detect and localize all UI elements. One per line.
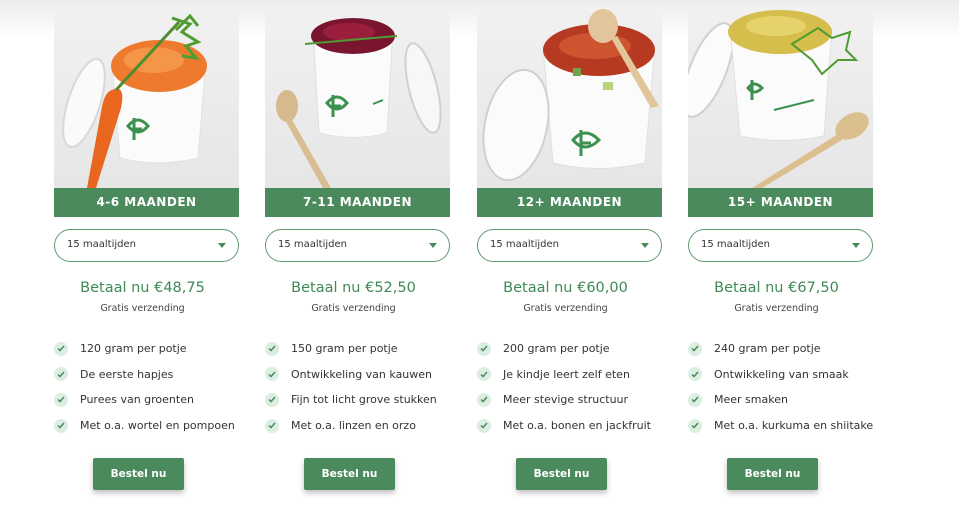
list-item: 120 gram per potje — [54, 336, 239, 362]
list-item: Ontwikkeling van smaak — [688, 362, 873, 388]
list-item: Met o.a. wortel en pompoen — [54, 413, 239, 439]
portion-select-value: 15 maaltijden — [490, 239, 559, 250]
feature-list: 240 gram per potje Ontwikkeling van smaa… — [688, 336, 873, 438]
list-item: Met o.a. bonen en jackfruit — [477, 413, 662, 439]
check-icon — [688, 418, 702, 433]
shipping-note: Gratis verzending — [523, 303, 608, 314]
product-photo-bean-stew[interactable] — [477, 8, 662, 188]
chevron-down-icon — [852, 243, 860, 248]
price: Betaal nu €52,50 — [291, 280, 416, 296]
check-icon — [477, 392, 491, 407]
product-card-12-plus: 12+ MAANDEN 15 maaltijden Betaal nu €60,… — [477, 8, 662, 491]
list-item: De eerste hapjes — [54, 362, 239, 388]
feature-text: Purees van groenten — [80, 393, 194, 407]
chevron-down-icon — [641, 243, 649, 248]
list-item: Fijn tot licht grove stukken — [265, 387, 450, 413]
feature-text: 150 gram per potje — [291, 342, 398, 356]
portion-select[interactable]: 15 maaltijden — [477, 229, 662, 262]
check-icon — [477, 418, 491, 433]
list-item: Meer stevige structuur — [477, 387, 662, 413]
check-icon — [688, 392, 702, 407]
list-item: 150 gram per potje — [265, 336, 450, 362]
check-icon — [688, 367, 702, 382]
check-icon — [54, 392, 68, 407]
product-photo-carrot-puree[interactable] — [54, 8, 239, 188]
check-icon — [265, 418, 279, 433]
feature-text: Meer stevige structuur — [503, 393, 629, 407]
feature-text: Meer smaken — [714, 393, 788, 407]
portion-select-value: 15 maaltijden — [67, 239, 136, 250]
portion-select[interactable]: 15 maaltijden — [265, 229, 450, 262]
order-button[interactable]: Bestel nu — [304, 458, 395, 491]
age-label: 4-6 MAANDEN — [54, 188, 239, 217]
order-button[interactable]: Bestel nu — [93, 458, 184, 491]
list-item: Met o.a. linzen en orzo — [265, 413, 450, 439]
list-item: 200 gram per potje — [477, 336, 662, 362]
feature-list: 120 gram per potje De eerste hapjes Pure… — [54, 336, 239, 438]
feature-text: Met o.a. linzen en orzo — [291, 419, 416, 433]
price: Betaal nu €60,00 — [503, 280, 628, 296]
feature-text: Je kindje leert zelf eten — [503, 367, 630, 381]
list-item: Purees van groenten — [54, 387, 239, 413]
list-item: Je kindje leert zelf eten — [477, 362, 662, 388]
check-icon — [477, 367, 491, 382]
age-label: 7-11 MAANDEN — [265, 188, 450, 217]
list-item: Met o.a. kurkuma en shiitake — [688, 413, 873, 439]
portion-select-value: 15 maaltijden — [278, 239, 347, 250]
price: Betaal nu €67,50 — [714, 280, 839, 296]
portion-select-value: 15 maaltijden — [701, 239, 770, 250]
product-photo-beet-puree[interactable] — [265, 8, 450, 188]
shipping-note: Gratis verzending — [100, 303, 185, 314]
check-icon — [688, 341, 702, 356]
order-button[interactable]: Bestel nu — [516, 458, 607, 491]
chevron-down-icon — [218, 243, 226, 248]
price: Betaal nu €48,75 — [80, 280, 205, 296]
portion-select[interactable]: 15 maaltijden — [54, 229, 239, 262]
feature-text: 200 gram per potje — [503, 342, 610, 356]
age-label: 15+ MAANDEN — [688, 188, 873, 217]
feature-text: De eerste hapjes — [80, 367, 174, 381]
product-photo-curry-rice[interactable] — [688, 8, 873, 188]
feature-list: 150 gram per potje Ontwikkeling van kauw… — [265, 336, 450, 438]
check-icon — [265, 392, 279, 407]
feature-list: 200 gram per potje Je kindje leert zelf … — [477, 336, 662, 438]
shipping-note: Gratis verzending — [734, 303, 819, 314]
feature-text: Met o.a. bonen en jackfruit — [503, 419, 651, 433]
feature-text: 240 gram per potje — [714, 342, 821, 356]
check-icon — [477, 341, 491, 356]
portion-select[interactable]: 15 maaltijden — [688, 229, 873, 262]
list-item: 240 gram per potje — [688, 336, 873, 362]
check-icon — [54, 341, 68, 356]
feature-text: Fijn tot licht grove stukken — [291, 393, 437, 407]
chevron-down-icon — [429, 243, 437, 248]
age-label: 12+ MAANDEN — [477, 188, 662, 217]
shipping-note: Gratis verzending — [311, 303, 396, 314]
feature-text: Ontwikkeling van kauwen — [291, 367, 433, 381]
product-card-4-6: 4-6 MAANDEN 15 maaltijden Betaal nu €48,… — [54, 8, 239, 491]
order-button[interactable]: Bestel nu — [727, 458, 818, 491]
product-card-7-11: 7-11 MAANDEN 15 maaltijden Betaal nu €52… — [265, 8, 450, 491]
check-icon — [54, 367, 68, 382]
product-card-15-plus: 15+ MAANDEN 15 maaltijden Betaal nu €67,… — [688, 8, 873, 491]
check-icon — [265, 341, 279, 356]
check-icon — [265, 367, 279, 382]
feature-text: 120 gram per potje — [80, 342, 187, 356]
feature-text: Ontwikkeling van smaak — [714, 367, 849, 381]
list-item: Meer smaken — [688, 387, 873, 413]
list-item: Ontwikkeling van kauwen — [265, 362, 450, 388]
check-icon — [54, 418, 68, 433]
feature-text: Met o.a. kurkuma en shiitake — [714, 419, 874, 433]
feature-text: Met o.a. wortel en pompoen — [80, 419, 235, 433]
